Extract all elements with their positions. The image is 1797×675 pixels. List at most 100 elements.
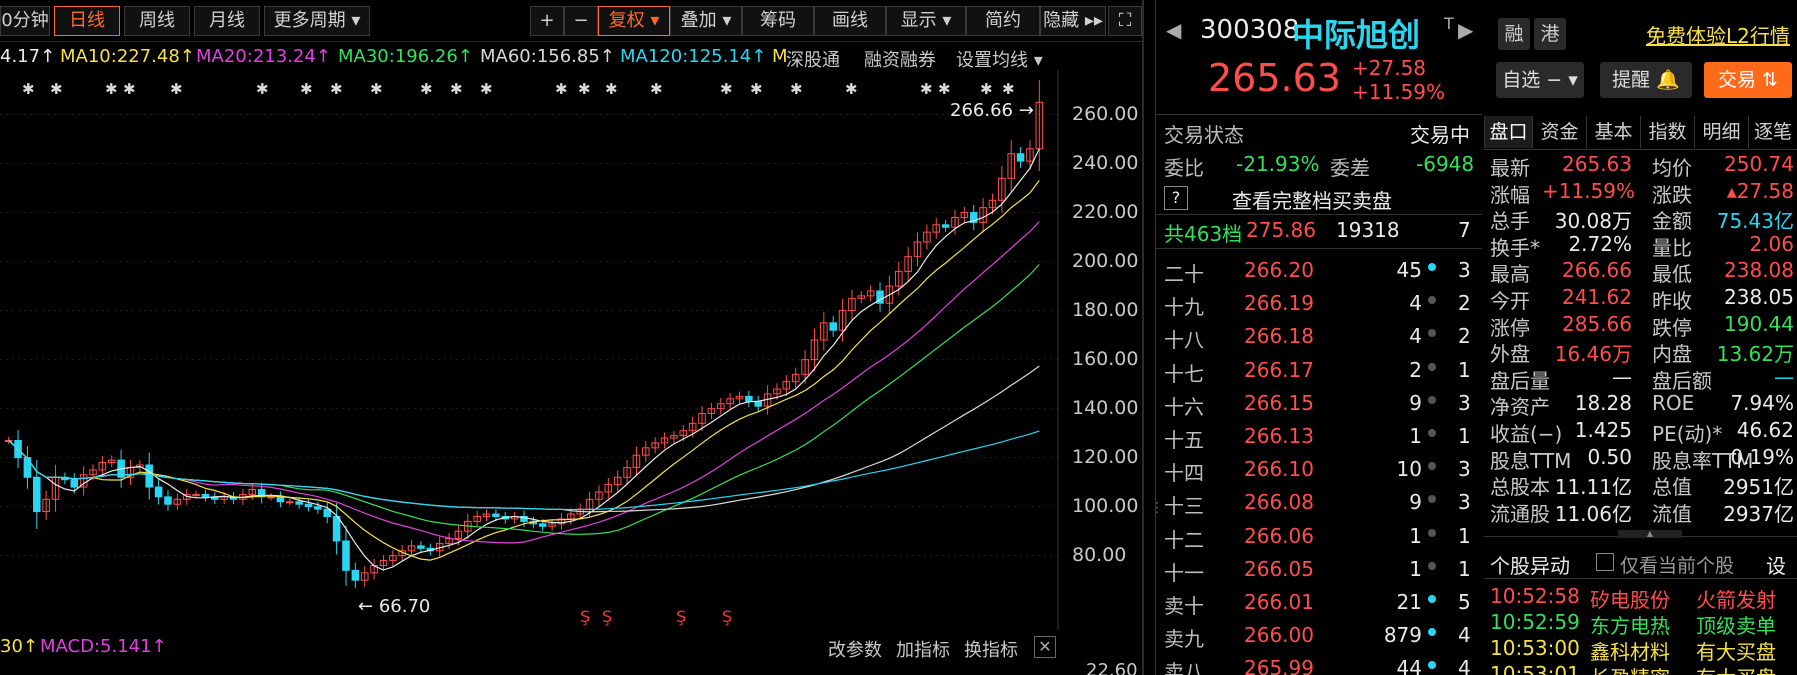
book-level: 十八 — [1164, 328, 1204, 353]
stat-label: 涨幅 — [1490, 182, 1530, 207]
hide-button[interactable]: 隐藏 ▸▸ — [1040, 6, 1106, 36]
book-row[interactable]: 十八 266.18 4 2 — [1164, 320, 1476, 353]
alert-row[interactable]: 10:52:59 东方电热 顶级卖单 — [1490, 610, 1797, 638]
close-indicator-icon[interactable]: ✕ — [1034, 636, 1056, 658]
book-level: 卖九 — [1164, 627, 1204, 652]
simple-mode-button[interactable]: 简约 — [966, 6, 1040, 36]
collapse-handle[interactable]: ▲ — [1618, 530, 1682, 538]
book-row[interactable]: 卖九 266.00 879 4 — [1164, 619, 1476, 652]
candle-body — [941, 224, 950, 228]
candle-body — [33, 476, 41, 513]
margin-trading-link[interactable]: 融资融券 — [864, 46, 936, 72]
fullscreen-icon[interactable]: ⛶ — [1108, 6, 1142, 36]
stat-row: 盘后量 — 盘后额 — — [1490, 364, 1797, 393]
stat-label: 最低 — [1652, 262, 1692, 287]
stat-label: ROE — [1652, 391, 1695, 416]
volume-dot-icon — [1428, 628, 1436, 637]
period-tab-daily[interactable]: 日线 — [54, 6, 120, 36]
stat-row: 总手 30.08万 金额 75.43亿 — [1490, 205, 1797, 234]
book-price: 266.10 — [1244, 457, 1314, 482]
book-row[interactable]: 十五 266.13 1 1 — [1164, 420, 1476, 453]
tab-tick[interactable]: 逐笔 — [1748, 116, 1797, 148]
book-volume: 1 — [1409, 556, 1422, 581]
trade-button[interactable]: 交易 ⇅ — [1704, 62, 1792, 98]
book-row[interactable]: 十六 266.15 9 3 — [1164, 387, 1476, 420]
help-icon[interactable]: ? — [1164, 186, 1188, 210]
volume-dot-icon — [1428, 561, 1436, 570]
event-marker: ✱ — [605, 80, 618, 98]
tab-detail[interactable]: 明细 — [1694, 116, 1748, 148]
alert-row[interactable]: 10:52:58 矽电股份 火箭发射 — [1490, 584, 1797, 612]
book-row[interactable]: 卖十 266.01 21 5 — [1164, 586, 1476, 619]
ma-line-ma20 — [8, 221, 1040, 544]
kline-chart[interactable]: Ş Ş Ş Ş✱ ✱ ✱ ✱ ✱ ✱ ✱ ✱ ✱ ✱ ✱ ✱ ✱ ✱ ✱ ✱ ✱ ✱ ✱ ✱ ✱ ✱ ✱ ✱ — [0, 70, 1060, 630]
next-stock-icon[interactable]: ▶ — [1458, 18, 1473, 42]
total-count: 7 — [1458, 218, 1471, 242]
period-tab-min[interactable]: 0分钟 — [0, 6, 50, 36]
draw-line-button[interactable]: 画线 — [814, 6, 886, 36]
l2-trial-link[interactable]: 免费体验L2行情 — [1646, 20, 1790, 49]
display-dropdown[interactable]: 显示 ▾ — [886, 6, 966, 36]
tab-pankou[interactable]: 盘口 — [1484, 116, 1532, 148]
add-indicator-button[interactable]: 加指标 — [896, 636, 950, 662]
stat-value: 2951亿 — [1723, 475, 1794, 500]
stat-value: 13.62万 — [1716, 342, 1794, 367]
stat-row: 流通股 11.06亿 流值 2937亿 — [1490, 498, 1797, 526]
switch-indicator-button[interactable]: 换指标 — [964, 636, 1018, 662]
period-tab-monthly[interactable]: 月线 — [194, 6, 260, 36]
alerts-settings-button[interactable]: 设 — [1766, 550, 1786, 579]
ma-settings-dropdown[interactable]: 设置均线 ▾ — [956, 46, 1043, 72]
book-row[interactable]: 十九 266.19 4 2 — [1164, 287, 1476, 320]
candle-body — [154, 486, 163, 498]
fuquan-dropdown[interactable]: 复权 ▾ — [598, 6, 670, 36]
book-row[interactable]: 十四 266.10 10 3 — [1164, 453, 1476, 486]
splitter-handle[interactable]: ⋮ — [1150, 500, 1164, 516]
price-alert-button[interactable]: 提醒 🔔 — [1600, 62, 1692, 98]
alert-time: 10:53:01 — [1490, 662, 1580, 675]
weibi-value: -21.93% — [1236, 152, 1320, 176]
book-row[interactable]: 十三 266.08 9 3 — [1164, 486, 1476, 519]
book-row[interactable]: 二十 266.20 45 3 — [1164, 254, 1476, 287]
ma20-legend: MA20:213.24↑ — [196, 46, 331, 67]
book-volume: 44 — [1396, 656, 1422, 675]
hk-badge: 港 — [1534, 18, 1566, 50]
stat-value: — — [1774, 364, 1794, 389]
zoom-out-button[interactable]: − — [564, 6, 598, 36]
book-row[interactable]: 十一 266.05 1 1 — [1164, 553, 1476, 586]
alert-row[interactable]: 10:53:01 长盈精密 有大买盘 — [1490, 662, 1797, 675]
shenguotong-link[interactable]: 深股通 — [786, 46, 840, 72]
tab-basic[interactable]: 基本 — [1586, 116, 1640, 148]
book-row[interactable]: 十七 266.17 2 1 — [1164, 354, 1476, 387]
prev-stock-icon[interactable]: ◀ — [1166, 18, 1181, 42]
stat-value: 30.08万 — [1554, 209, 1632, 234]
zoom-in-button[interactable]: + — [530, 6, 564, 36]
book-price: 266.18 — [1244, 324, 1314, 349]
stat-value: 238.05 — [1724, 285, 1794, 309]
chips-button[interactable]: 筹码 — [742, 6, 814, 36]
candle-body — [417, 545, 425, 549]
stat-label: 流通股 — [1490, 501, 1550, 526]
stat-row: 总股本 11.11亿 总值 2951亿 — [1490, 471, 1797, 500]
tab-funds[interactable]: 资金 — [1532, 116, 1586, 148]
change-params-button[interactable]: 改参数 — [828, 636, 882, 662]
full-book-link[interactable]: 查看完整档买卖盘 — [1232, 185, 1392, 214]
margin-badge: 融 — [1498, 18, 1530, 50]
stat-value: 7.94% — [1730, 391, 1794, 416]
panel-divider — [1142, 0, 1144, 675]
more-periods-dropdown[interactable]: 更多周期 ▾ — [264, 6, 370, 36]
watchlist-dropdown[interactable]: 自选 − ▾ — [1496, 62, 1584, 98]
book-price: 266.17 — [1244, 357, 1314, 382]
candle-body — [314, 506, 322, 510]
only-current-checkbox[interactable] — [1596, 553, 1614, 571]
stat-row: 外盘 16.46万 内盘 13.62万 — [1490, 338, 1797, 367]
overlay-dropdown[interactable]: 叠加 ▾ — [670, 6, 742, 36]
book-row[interactable]: 十二 266.06 1 1 — [1164, 520, 1476, 553]
alert-event: 有大买盘 — [1696, 662, 1776, 675]
book-price: 266.05 — [1244, 556, 1314, 581]
book-row[interactable]: 卖八 265.99 44 4 — [1164, 652, 1476, 675]
event-marker: ✱ — [650, 80, 663, 98]
alert-row[interactable]: 10:53:00 鑫科材料 有大买盘 — [1490, 636, 1797, 664]
event-marker: ✱ — [370, 80, 383, 98]
period-tab-weekly[interactable]: 周线 — [124, 6, 190, 36]
tab-index[interactable]: 指数 — [1640, 116, 1694, 148]
